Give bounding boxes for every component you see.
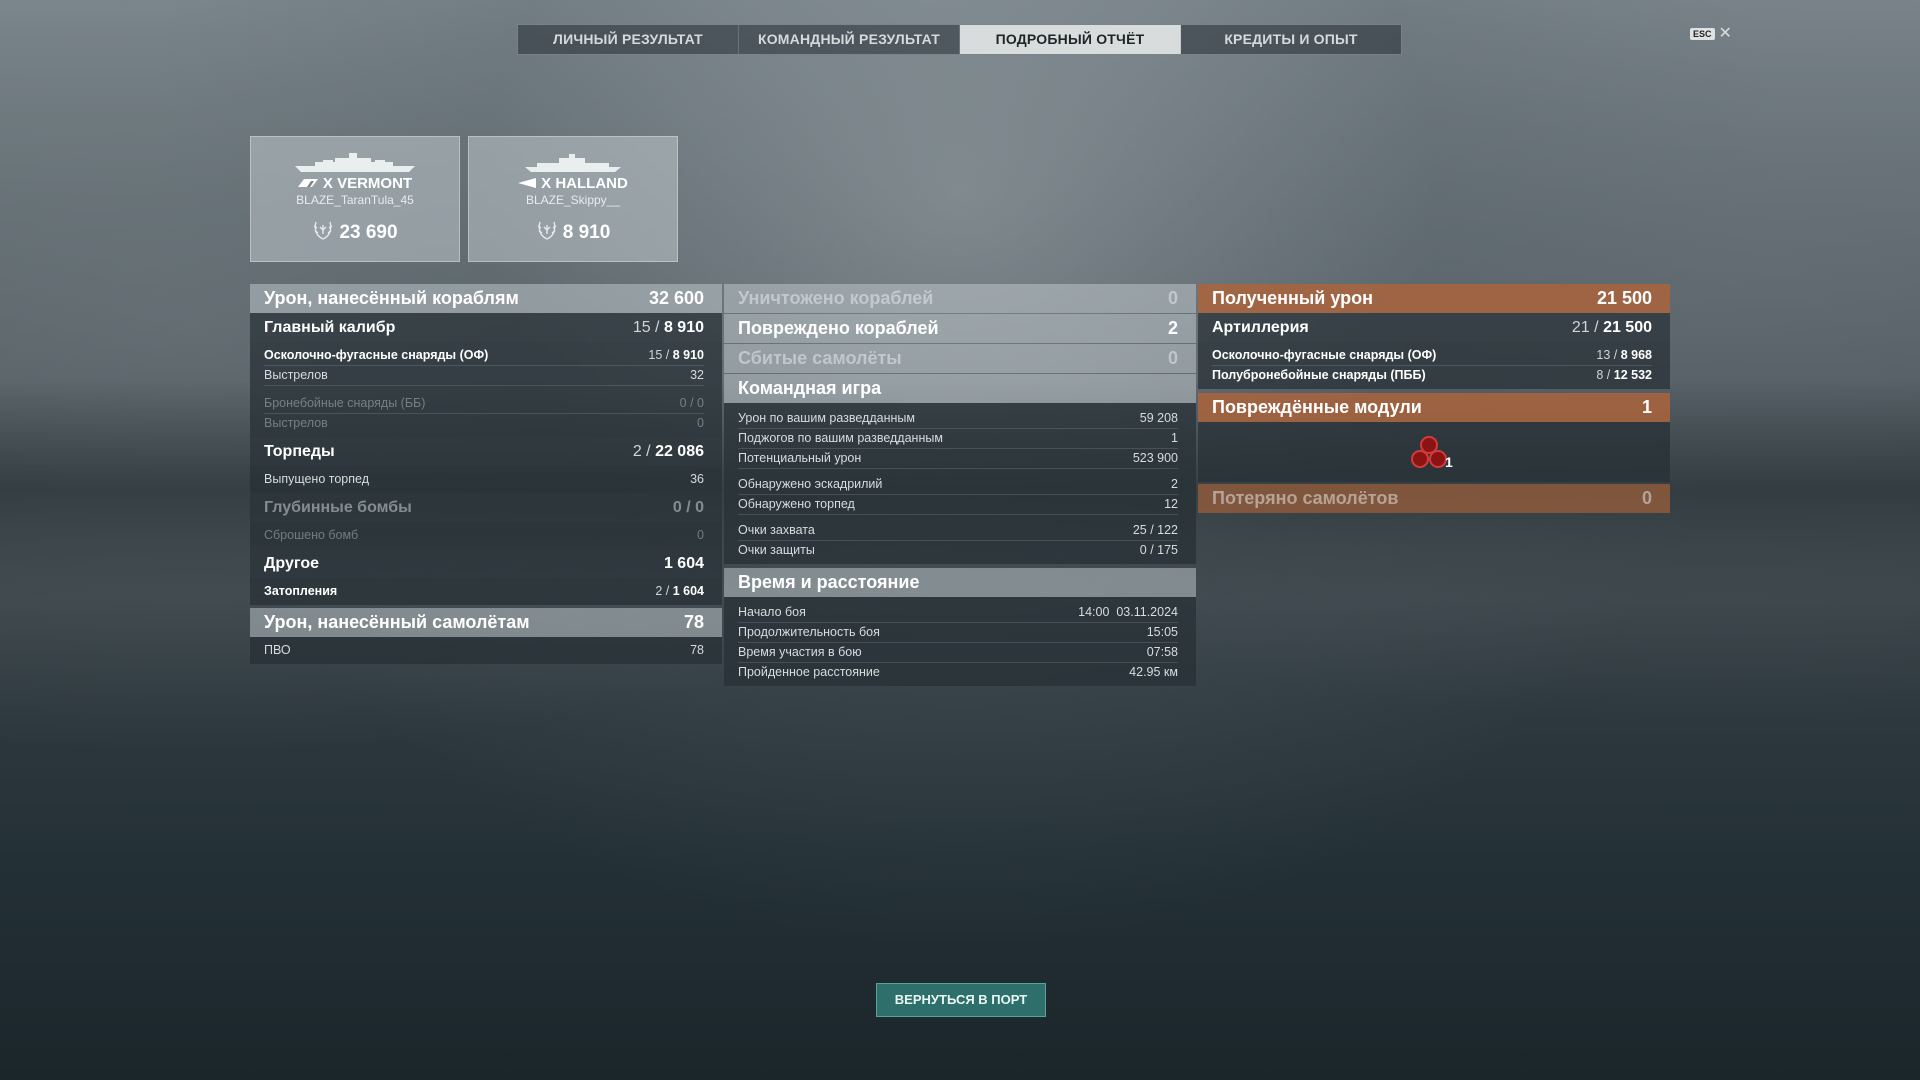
player-name: BLAZE_Skippy__ [525,193,621,207]
esc-key-icon: ESC [1690,28,1715,40]
laurel-icon [312,219,334,247]
ship-card-vermont: X VERMONT BLAZE_TaranTula_45 23 690 [250,136,460,262]
ap-shots-row: Выстрелов 0 [264,416,704,430]
team-stats-panel: Уничтожено кораблей 0 Повреждено кораблей… [724,284,1196,686]
damaged-module-count: 1 [1445,454,1453,470]
damage-received-panel: Полученный урон 21 500 Артиллерия 21 / 21… [1198,284,1670,513]
defense-points-row: Очки защиты 0 / 175 [738,543,1178,557]
damaged-header: Повреждено кораблей 2 [724,314,1196,343]
received-sap-row: Полубронебойные снаряды (ПББ) 8 / 12 532 [1212,368,1652,382]
close-button[interactable]: ESC ✕ [1690,25,1732,42]
bombs-dropped-row: Сброшено бомб 0 [264,528,704,542]
ap-shells-row: Бронебойные снаряды (ББ) 0 / 0 [264,394,704,414]
ship-score: 8 910 [562,222,611,243]
destroyed-header: Уничтожено кораблей 0 [724,284,1196,313]
depth-charges-row: Глубинные бомбы 0 / 0 [250,493,722,522]
received-damage-header: Полученный урон 21 500 [1198,284,1670,313]
ship-score: 23 690 [339,222,398,243]
participation-time-row: Время участия в бою 07:58 [738,643,1178,663]
time-distance-header: Время и расстояние [724,568,1196,597]
ship-damage-header: Урон, нанесённый кораблям 32 600 [250,284,722,313]
planes-shot-header: Сбитые самолёты 0 [724,344,1196,373]
tab-credits-xp[interactable]: КРЕДИТЫ И ОПЫТ [1181,25,1401,54]
torpedoes-row: Торпеды 2 / 22 086 [250,437,722,466]
plane-damage-header: Урон, нанесённый самолётам 78 [250,608,722,637]
other-row: Другое 1 604 [250,549,722,578]
planes-lost-header: Потеряно самолётов 0 [1198,484,1670,513]
spotting-damage-row: Урон по вашим разведданным 59 208 [738,409,1178,429]
battleship-icon [251,151,459,173]
squadrons-spotted-row: Обнаружено эскадрилий 2 [738,475,1178,495]
tab-detailed-report[interactable]: ПОДРОБНЫЙ ОТЧЁТ [960,25,1181,54]
tab-bar: ЛИЧНЫЙ РЕЗУЛЬТАТ КОМАНДНЫЙ РЕЗУЛЬТАТ ПОД… [517,24,1402,55]
tab-team-result[interactable]: КОМАНДНЫЙ РЕЗУЛЬТАТ [739,25,960,54]
damaged-module-icon[interactable] [1409,434,1449,477]
ship-name: X HALLAND [541,175,628,192]
close-icon: ✕ [1718,25,1732,42]
damaged-modules-header: Повреждённые модули 1 [1198,393,1670,422]
torpedoes-launched-row: Выпущено торпед 36 [264,472,704,486]
torpedoes-spotted-row: Обнаружено торпед 12 [738,495,1178,515]
main-battery-row: Главный калибр 15 / 8 910 [250,313,722,342]
player-name: BLAZE_TaranTula_45 [296,193,414,207]
laurel-icon [536,219,558,247]
distance-row: Пройденное расстояние 42.95 км [738,665,1178,679]
battle-start-row: Начало боя 14:00 03.11.2024 [738,603,1178,623]
destroyer-icon [469,151,677,173]
main-battery-details: Осколочно-фугасные снаряды (ОФ) 15 / 8 9… [250,342,722,437]
damaged-modules-area: 1 [1198,422,1670,482]
spotting-fires-row: Поджогов по вашим разведданным 1 [738,429,1178,449]
battleship-class-icon [297,175,318,192]
ship-name: X VERMONT [322,175,413,192]
aa-row: ПВО 78 [264,643,704,657]
flooding-row: Затопления 2 / 1 604 [264,584,704,598]
return-to-port-button[interactable]: ВЕРНУТЬСЯ В ПОРТ [876,983,1046,1017]
damage-dealt-panel: Урон, нанесённый кораблям 32 600 Главный… [250,284,722,664]
he-shots-row: Выстрелов 32 [264,366,704,386]
artillery-row: Артиллерия 21 / 21 500 [1198,313,1670,342]
battle-duration-row: Продолжительность боя 15:05 [738,623,1178,643]
ship-card-halland: X HALLAND BLAZE_Skippy__ 8 910 [468,136,678,262]
tab-personal-result[interactable]: ЛИЧНЫЙ РЕЗУЛЬТАТ [518,25,739,54]
capture-points-row: Очки захвата 25 / 122 [738,521,1178,541]
destroyer-class-icon [518,175,537,192]
teamplay-header: Командная игра [724,374,1196,403]
he-shells-row: Осколочно-фугасные снаряды (ОФ) 15 / 8 9… [264,346,704,366]
potential-damage-row: Потенциальный урон 523 900 [738,449,1178,469]
received-he-row: Осколочно-фугасные снаряды (ОФ) 13 / 8 9… [1212,346,1652,366]
